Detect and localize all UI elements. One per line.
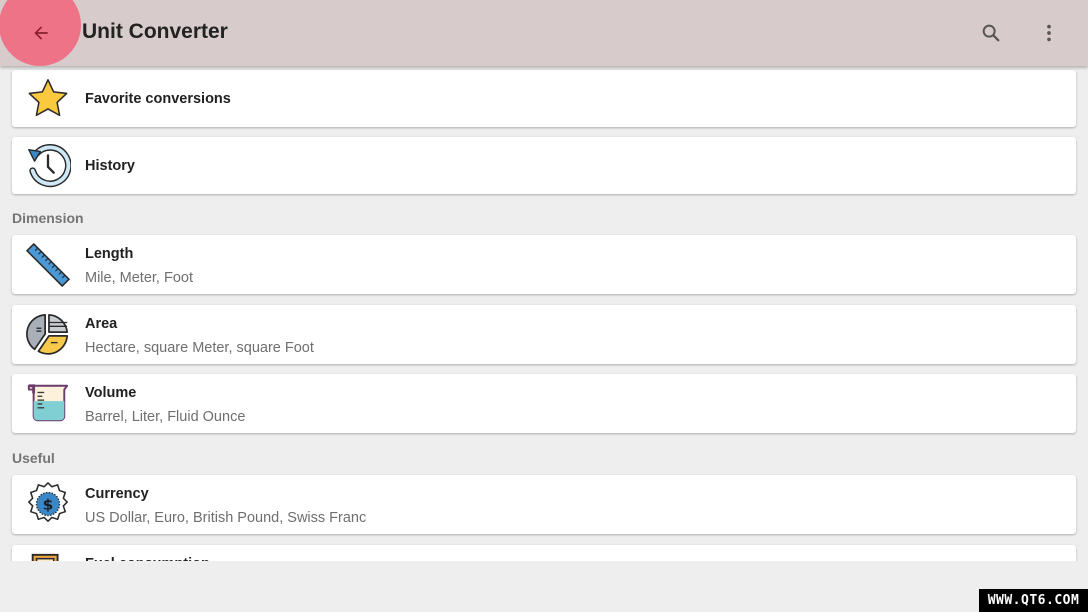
more-vert-icon <box>1047 24 1051 42</box>
ruler-icon <box>25 242 71 288</box>
item-subtitle: Hectare, square Meter, square Foot <box>85 340 314 356</box>
item-subtitle: US Dollar, Euro, British Pound, Swiss Fr… <box>85 510 367 526</box>
list-item-area[interactable]: Area Hectare, square Meter, square Foot <box>12 305 1076 364</box>
arrow-back-icon <box>34 26 48 40</box>
star-icon <box>28 79 68 117</box>
app-bar: Unit Converter <box>0 0 1088 66</box>
page-title: Unit Converter <box>82 20 228 43</box>
item-subtitle: Barrel, Liter, Fluid Ounce <box>85 409 246 425</box>
item-title: Volume <box>85 385 137 401</box>
list-item-length[interactable]: Length Mile, Meter, Foot <box>12 235 1076 294</box>
item-title: Length <box>85 246 134 262</box>
item-title: Currency <box>85 486 149 502</box>
search-icon <box>982 24 1000 42</box>
item-subtitle: Mile, Meter, Foot <box>85 270 193 286</box>
fuel-pump-icon <box>31 553 59 561</box>
list-item-volume[interactable]: Volume Barrel, Liter, Fluid Ounce <box>12 374 1076 433</box>
section-header-dimension: Dimension <box>12 210 84 226</box>
item-title: Fuel consumption <box>85 556 210 561</box>
svg-text:$: $ <box>43 496 54 514</box>
beaker-icon <box>27 384 69 422</box>
list-item-currency[interactable]: $ Currency US Dollar, Euro, British Poun… <box>12 475 1076 534</box>
list-item-favorite-conversions[interactable]: Favorite conversions <box>12 70 1076 127</box>
item-title: Area <box>85 316 118 332</box>
list-item-history[interactable]: History <box>12 137 1076 194</box>
overflow-menu-button[interactable] <box>1030 14 1068 52</box>
back-button[interactable] <box>22 14 60 52</box>
item-title: History <box>85 158 135 174</box>
watermark: WWW.QT6.COM <box>979 589 1088 612</box>
currency-badge-icon: $ <box>28 482 68 523</box>
search-button[interactable] <box>972 14 1010 52</box>
converter-list[interactable]: Favorite conversions History Dimension L… <box>0 66 1088 561</box>
history-icon <box>28 144 71 188</box>
item-title: Favorite conversions <box>85 91 231 107</box>
area-chart-icon <box>26 313 69 355</box>
list-item-fuel-consumption[interactable]: Fuel consumption <box>12 545 1076 561</box>
section-header-useful: Useful <box>12 450 55 466</box>
